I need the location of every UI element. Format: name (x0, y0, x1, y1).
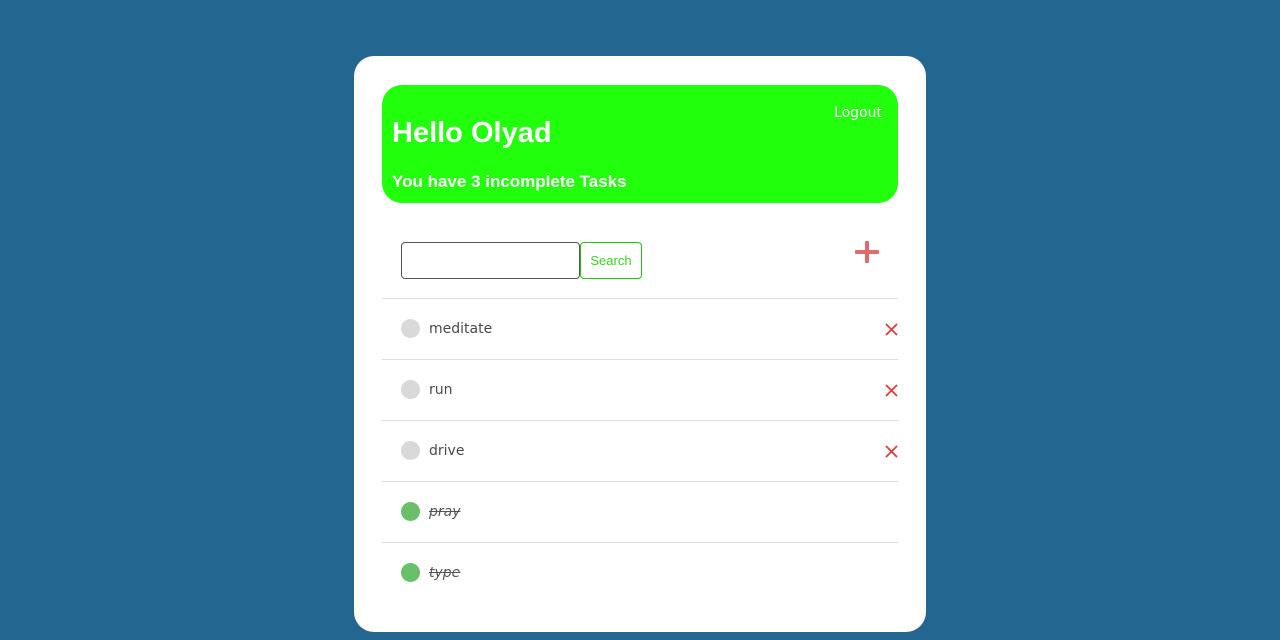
task-label: type (429, 565, 461, 581)
task-row: drive (382, 420, 898, 481)
task-row: meditate (382, 298, 898, 359)
task-toggle[interactable] (401, 563, 420, 582)
todo-card: Hello Olyad You have 3 incomplete Tasks … (354, 56, 926, 632)
task-row: type (382, 542, 898, 603)
delete-task-button[interactable] (885, 323, 898, 336)
incomplete-tasks-summary: You have 3 incomplete Tasks (392, 172, 627, 191)
search-button[interactable]: Search (580, 242, 642, 279)
task-label: drive (429, 443, 465, 459)
task-label: pray (429, 504, 461, 520)
close-icon (885, 445, 898, 458)
task-row: pray (382, 481, 898, 542)
plus-icon (855, 241, 879, 263)
task-toggle[interactable] (401, 441, 420, 460)
task-toggle[interactable] (401, 319, 420, 338)
task-list: meditate run drive pray type (382, 298, 898, 603)
greeting-title: Hello Olyad (392, 117, 552, 149)
search-input[interactable] (401, 242, 580, 279)
task-toggle[interactable] (401, 502, 420, 521)
task-row: run (382, 359, 898, 420)
add-task-button[interactable] (854, 240, 880, 266)
task-label: run (429, 382, 453, 398)
task-label: meditate (429, 321, 493, 337)
delete-task-button[interactable] (885, 384, 898, 397)
task-toggle[interactable] (401, 380, 420, 399)
logout-link[interactable]: Logout (834, 104, 882, 122)
close-icon (885, 384, 898, 397)
header-banner: Hello Olyad You have 3 incomplete Tasks … (382, 85, 898, 203)
close-icon (885, 323, 898, 336)
delete-task-button[interactable] (885, 445, 898, 458)
